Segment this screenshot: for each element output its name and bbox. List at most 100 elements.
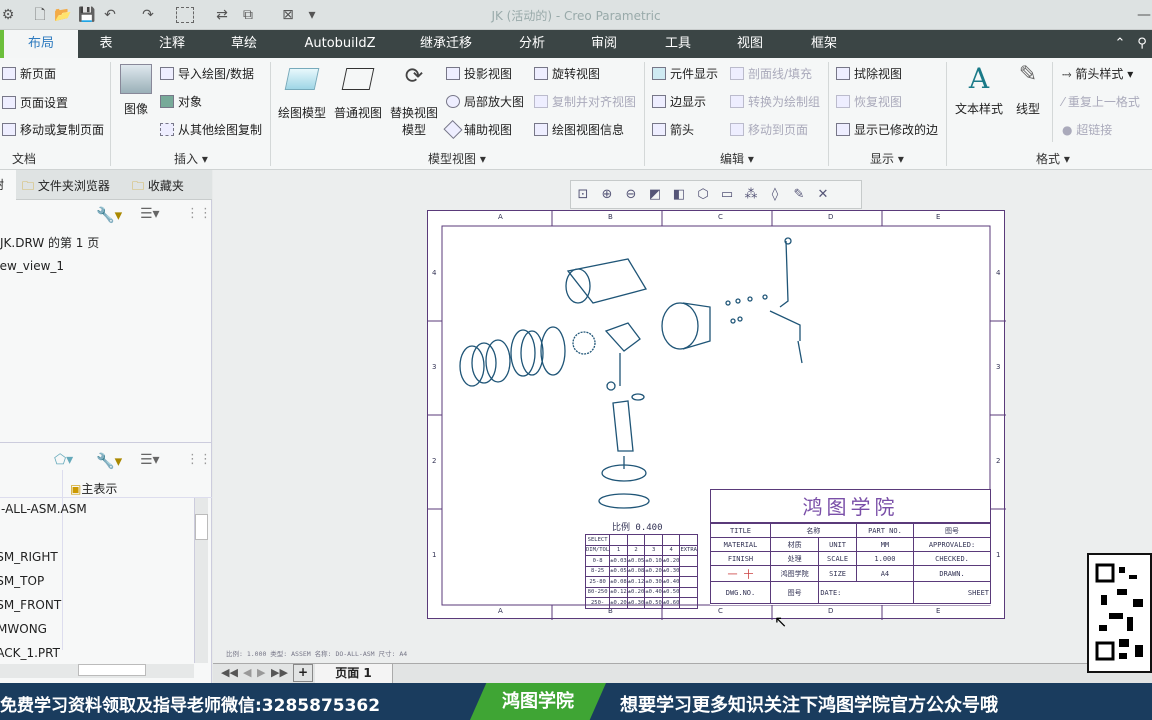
tab-folder-browser[interactable]: 🗀 文件夹浏览器 [22,177,110,198]
tree-filter-icon[interactable]: ⋮⋮ [186,206,212,221]
replace-view-model-button[interactable]: ⟳ 替换视图模型 [388,64,440,138]
csys-display-icon[interactable]: ✕ [813,185,833,205]
copy-align-view-button[interactable]: 复制并对齐视图 [534,93,636,110]
projection-icon [446,67,460,80]
tolerance-table: SELECT DIM/TOL 1 2 3 4 EXTRA 0-8 ±0.03 ±0.05 ±0.… [584,534,698,609]
repaint-icon[interactable]: ◩ [645,185,665,205]
quick-access-toolbar: ⚙ 🗋 📂 💾 ↶ ↷ ⇄ ⧉ ⊠ ▾ JK (活动的) - Creo Para… [0,0,1152,30]
first-page-icon[interactable]: ◀◀ [221,666,238,679]
erase-view-button[interactable]: 拭除视图 [836,65,902,82]
zoom-in-icon[interactable]: ⊕ [597,185,617,205]
tab-annotate[interactable]: 注释 [150,30,194,58]
hyperlink-button[interactable]: ● 超链接 [1062,121,1112,138]
add-page-button[interactable]: + [293,664,313,682]
image-button[interactable]: 图像 [116,64,156,117]
text-style-button[interactable]: A 文本样式 [952,62,1006,117]
edge-display-button[interactable]: 边显示 [652,93,706,110]
group-label-edit[interactable]: 编辑 ▾ [720,150,754,167]
group-label-display[interactable]: 显示 ▾ [870,150,904,167]
prev-page-icon[interactable]: ◀ [243,666,251,679]
model-tree-item[interactable]: ASM_TOP [0,574,44,588]
tab-framework[interactable]: 框架 [802,30,846,58]
import-drawing-button[interactable]: 导入绘图/数据 [160,65,254,82]
drawing-model-button[interactable]: 绘图模型 [276,68,328,121]
settings-icon[interactable]: 🔧▾ [96,206,122,224]
group-label-format[interactable]: 格式 ▾ [1036,150,1070,167]
tab-table[interactable]: 表 [88,30,124,58]
last-page-icon[interactable]: ▶▶ [271,666,288,679]
model-tree-item[interactable]: ASM_FRONT [0,598,61,612]
repeat-format-button[interactable]: ⁄ 重复上一格式 [1062,93,1140,110]
group-label-model-views[interactable]: 模型视图 ▾ [428,150,486,167]
model-tree-item[interactable]: HMWONG [0,622,47,636]
exploded-assembly-view [459,237,803,509]
title-block: 鸿图学院 TITLE 名称 PART NO. 图号 MATERIAL 材质 UNIT MM A… [710,489,991,605]
tab-view[interactable]: 视图 [728,30,772,58]
drawing-tree-item[interactable]: JK.DRW 的第 1 页 [0,234,99,251]
tab-tools[interactable]: 工具 [656,30,700,58]
display-style-icon[interactable]: ◧ [669,185,689,205]
general-view-button[interactable]: 普通视图 [332,68,384,121]
minimize-icon[interactable]: — [1136,7,1152,23]
scroll-thumb[interactable] [195,514,208,540]
drawing-sheet[interactable]: A B C D E A B C D E 4 3 2 1 4 3 2 1 比例 0… [427,210,1006,620]
next-page-icon[interactable]: ▶ [257,666,265,679]
hatch-fill-button[interactable]: 剖面线/填充 [730,65,812,82]
company-logo: 鸿图学院 [710,489,991,523]
revolved-view-button[interactable]: 旋转视图 [534,65,600,82]
settings-icon[interactable]: 🔧▾ [96,452,122,470]
convert-draft-group-button[interactable]: 转换为绘制组 [730,93,820,110]
annotation-display-icon[interactable]: ◊ [765,185,785,205]
tab-tree[interactable]: 树 [0,170,16,200]
object-button[interactable]: 对象 [160,93,202,110]
tab-analysis[interactable]: 分析 [510,30,554,58]
move-to-page-button[interactable]: 移动到页面 [730,121,808,138]
tab-legacy-migration[interactable]: 继承迁移 [410,30,482,58]
move-copy-page-button[interactable]: 移动或复制页面 [2,121,104,138]
collapse-ribbon-icon[interactable]: ⌃ [1110,30,1130,58]
tab-favorites[interactable]: 🗀 收藏夹 [132,177,184,198]
show-options-icon[interactable]: ☰▾ [140,452,160,468]
line-style-button[interactable]: ✎ 线型 [1008,62,1048,117]
replace-icon: ⟳ [404,64,424,89]
show-options-icon[interactable]: ☰▾ [140,206,160,222]
zoom-out-icon[interactable]: ⊖ [621,185,641,205]
datum-icon[interactable]: ▭ [717,185,737,205]
new-page-button[interactable]: 新页面 [2,65,56,82]
tab-review[interactable]: 审阅 [582,30,626,58]
page-setup-button[interactable]: 页面设置 [2,94,68,111]
datum-display-icon[interactable]: ⁂ [741,185,761,205]
display-style-icon[interactable]: ⬠▾ [54,452,73,468]
page-tab-1[interactable]: 页面 1 [315,664,393,684]
tree-filter-icon[interactable]: ⋮⋮ [186,452,212,467]
tab-sketch[interactable]: 草绘 [222,30,266,58]
model-tree-item[interactable]: ASM_RIGHT [0,550,58,564]
auxiliary-view-button[interactable]: 辅助视图 [443,119,512,140]
banner-left-text: 免费学习资料领取及指导老师微信:3285875362 [0,696,381,716]
qr-code [1087,553,1152,673]
drawing-tree-item[interactable]: new_view_1 [0,259,64,273]
resume-view-button[interactable]: 恢复视图 [836,93,902,110]
show-modified-edges-button[interactable]: 显示已修改的边 [836,121,938,138]
saved-views-icon[interactable]: ⬡ [693,185,713,205]
group-label-insert[interactable]: 插入 ▾ [174,150,208,167]
horizontal-scrollbar[interactable] [0,664,194,678]
model-tree-item[interactable]: BACK_1.PRT [0,646,60,660]
arrow-style-button[interactable]: ⤑ 箭头样式 ▾ [1062,65,1133,82]
vertical-scrollbar[interactable] [194,498,208,663]
projection-view-button[interactable]: 投影视图 [446,65,512,82]
point-display-icon[interactable]: ✎ [789,185,809,205]
zone-label: 3 [996,363,1001,371]
detailed-view-button[interactable]: 局部放大图 [446,93,524,110]
search-icon[interactable]: ⚲ [1132,30,1152,58]
scroll-thumb[interactable] [78,664,146,676]
arrows-button[interactable]: 箭头 [652,121,694,138]
view-info-button[interactable]: 绘图视图信息 [534,121,624,138]
object-icon [160,95,174,108]
tab-autobuildz[interactable]: AutobuildZ [298,30,382,58]
copy-from-drawing-button[interactable]: 从其他绘图复制 [160,121,262,138]
component-display-button[interactable]: 元件显示 [652,65,718,82]
tab-layout[interactable]: 布局 [0,30,78,58]
model-tree-item[interactable]: DO-ALL-ASM.ASM [0,502,87,516]
refit-icon[interactable]: ⊡ [573,185,593,205]
